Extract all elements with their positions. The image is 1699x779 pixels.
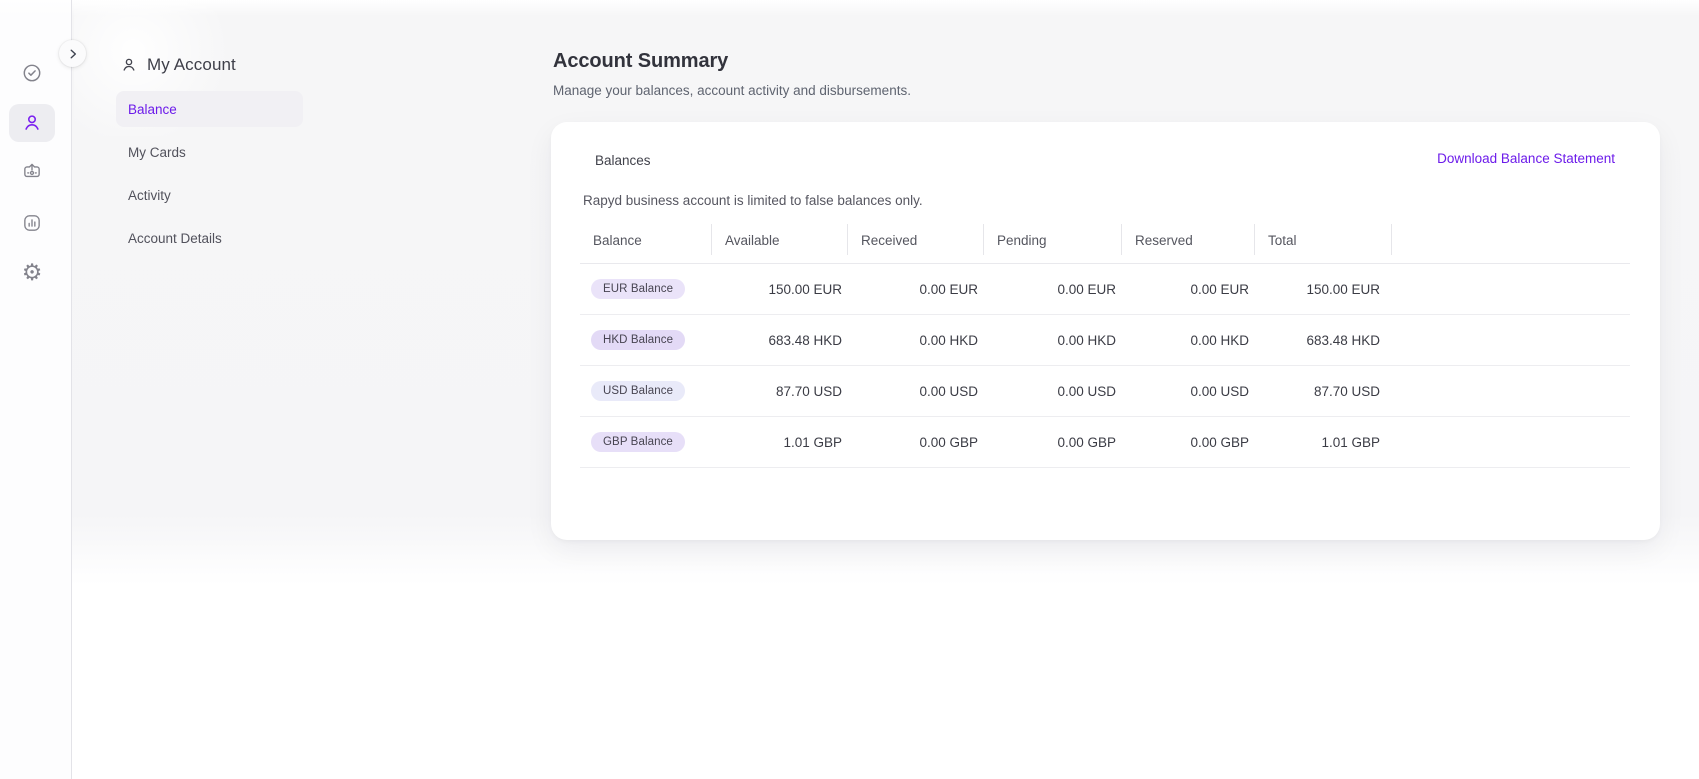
cell-total: 1.01 GBP <box>1255 435 1392 450</box>
cell-pending: 0.00 GBP <box>984 435 1122 450</box>
col-header-total: Total <box>1255 217 1392 263</box>
table-row: GBP Balance 1.01 GBP 0.00 GBP 0.00 GBP 0… <box>580 417 1630 468</box>
account-summary-page: ⚙ My Account Balance My Cards Activity A… <box>0 0 1699 779</box>
cell-pending: 0.00 EUR <box>984 282 1122 297</box>
subnav-item-activity[interactable]: Activity <box>116 177 303 213</box>
cell-available: 1.01 GBP <box>712 435 848 450</box>
cell-received: 0.00 EUR <box>848 282 984 297</box>
page-title: Account Summary <box>553 50 728 73</box>
cell-total: 87.70 USD <box>1255 384 1392 399</box>
table-row: EUR Balance 150.00 EUR 0.00 EUR 0.00 EUR… <box>580 264 1630 315</box>
sidebar-item-onboarding[interactable] <box>9 54 55 92</box>
card-note: Rapyd business account is limited to fal… <box>583 193 923 208</box>
cell-total: 683.48 HKD <box>1255 333 1392 348</box>
cell-reserved: 0.00 EUR <box>1122 282 1255 297</box>
cell-available: 683.48 HKD <box>712 333 848 348</box>
subnav-title: My Account <box>147 55 236 75</box>
col-header-reserved: Reserved <box>1122 217 1255 263</box>
icon-sidebar: ⚙ <box>0 0 72 779</box>
settings-gear-icon: ⚙ <box>22 262 43 285</box>
cell-received: 0.00 HKD <box>848 333 984 348</box>
balances-table: Balance Available Received Pending Reser… <box>580 217 1630 468</box>
sidebar-item-disburse[interactable] <box>9 154 55 192</box>
cell-total: 150.00 EUR <box>1255 282 1392 297</box>
cell-reserved: 0.00 GBP <box>1122 435 1255 450</box>
subnav-item-account-details[interactable]: Account Details <box>116 220 303 256</box>
cell-reserved: 0.00 HKD <box>1122 333 1255 348</box>
card-title: Balances <box>595 153 651 168</box>
sidebar-item-settings[interactable]: ⚙ <box>9 254 55 292</box>
cell-reserved: 0.00 USD <box>1122 384 1255 399</box>
col-header-received: Received <box>848 217 984 263</box>
subnav-header: My Account <box>120 55 236 75</box>
table-row: HKD Balance 683.48 HKD 0.00 HKD 0.00 HKD… <box>580 315 1630 366</box>
subnav-item-my-cards[interactable]: My Cards <box>116 134 303 170</box>
col-header-available: Available <box>712 217 848 263</box>
expand-sidebar-button[interactable] <box>59 40 86 67</box>
col-header-pending: Pending <box>984 217 1122 263</box>
check-circle-icon <box>21 62 43 84</box>
sidebar-item-analytics[interactable] <box>9 204 55 242</box>
page-subtitle: Manage your balances, account activity a… <box>553 83 911 98</box>
cell-received: 0.00 USD <box>848 384 984 399</box>
cell-pending: 0.00 HKD <box>984 333 1122 348</box>
col-header-balance: Balance <box>580 217 712 263</box>
cell-available: 87.70 USD <box>712 384 848 399</box>
user-icon <box>21 112 43 134</box>
currency-badge: HKD Balance <box>591 330 685 350</box>
sidebar-item-my-account[interactable] <box>9 104 55 142</box>
cell-available: 150.00 EUR <box>712 282 848 297</box>
payout-box-icon <box>21 162 43 184</box>
account-subnav: My Account Balance My Cards Activity Acc… <box>72 0 442 779</box>
table-row: USD Balance 87.70 USD 0.00 USD 0.00 USD … <box>580 366 1630 417</box>
table-header-row: Balance Available Received Pending Reser… <box>580 217 1630 264</box>
col-header-empty <box>1392 217 1630 263</box>
user-icon <box>120 56 138 74</box>
subnav-item-balance[interactable]: Balance <box>116 91 303 127</box>
analytics-icon <box>21 212 43 234</box>
cell-received: 0.00 GBP <box>848 435 984 450</box>
currency-badge: EUR Balance <box>591 279 685 299</box>
currency-badge: USD Balance <box>591 381 685 401</box>
cell-pending: 0.00 USD <box>984 384 1122 399</box>
currency-badge: GBP Balance <box>591 432 685 452</box>
download-balance-statement-link[interactable]: Download Balance Statement <box>1437 151 1615 166</box>
chevron-right-icon <box>66 47 80 61</box>
balances-card: Balances Download Balance Statement Rapy… <box>551 122 1660 540</box>
